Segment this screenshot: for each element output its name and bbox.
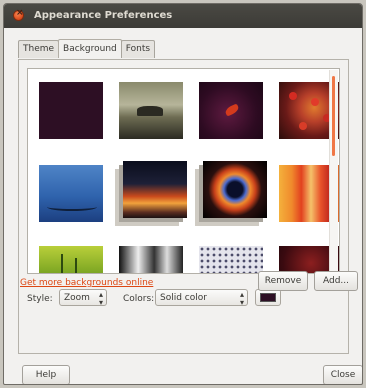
colors-combobox-value: Solid color [160, 293, 207, 303]
color-swatch [260, 293, 276, 302]
titlebar: Appearance Preferences [4, 4, 362, 28]
combo-arrows-icon: ▴ ▾ [98, 290, 103, 307]
style-label: Style: [27, 294, 53, 304]
colors-label: Colors: [123, 294, 155, 304]
tab-bar: Theme Background Fonts [18, 39, 156, 59]
wallpaper-thumbnail[interactable] [203, 161, 267, 218]
color-picker-button[interactable] [255, 289, 281, 306]
gallery-scrollbar[interactable] [329, 70, 338, 272]
wallpaper-thumbnail[interactable] [119, 246, 183, 273]
tab-theme[interactable]: Theme [18, 40, 60, 58]
background-panel: Style: Zoom ▴ ▾ Colors: Solid color ▴ ▾ [18, 59, 349, 354]
style-combobox[interactable]: Zoom ▴ ▾ [59, 289, 107, 307]
help-button[interactable]: Help [22, 365, 70, 384]
colors-combobox[interactable]: Solid color ▴ ▾ [155, 289, 248, 307]
scrollbar-thumb[interactable] [332, 76, 335, 156]
wallpaper-thumbnail[interactable] [39, 246, 103, 273]
wallpaper-thumbnail[interactable] [39, 82, 103, 139]
wallpaper-thumbnail[interactable] [119, 82, 183, 139]
wallpaper-thumbnail[interactable] [199, 246, 263, 273]
close-button[interactable]: Close [323, 365, 362, 384]
wallpaper-gallery [27, 68, 340, 274]
window-title: Appearance Preferences [34, 10, 173, 21]
wallpaper-thumbnail[interactable] [199, 82, 263, 139]
remove-button[interactable]: Remove [258, 271, 308, 291]
tab-fonts[interactable]: Fonts [120, 40, 156, 58]
close-window-icon[interactable] [13, 8, 24, 21]
add-button[interactable]: Add... [314, 271, 358, 291]
combo-arrows-icon: ▴ ▾ [239, 290, 244, 307]
appearance-preferences-window: Appearance Preferences Theme Background … [3, 3, 363, 385]
style-combobox-value: Zoom [64, 293, 90, 303]
wallpaper-thumbnail[interactable] [123, 161, 187, 218]
tab-background[interactable]: Background [58, 39, 122, 58]
wallpaper-thumbnail[interactable] [39, 165, 103, 222]
get-more-backgrounds-link[interactable]: Get more backgrounds online [20, 278, 153, 288]
